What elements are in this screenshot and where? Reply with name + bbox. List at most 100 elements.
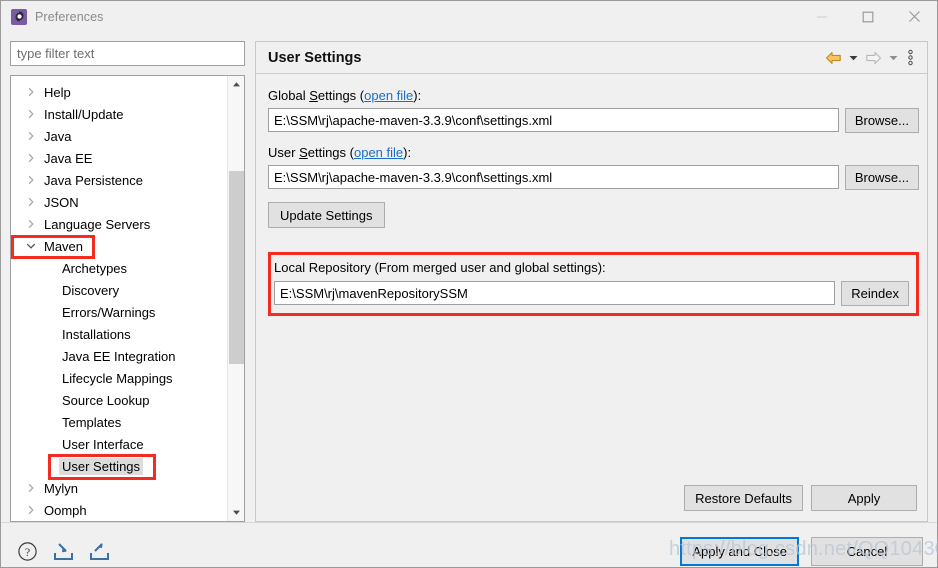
apply-and-close-button[interactable]: Apply and Close: [680, 537, 799, 566]
pane-content: Global Settings (open file): E:\SSM\rj\a…: [256, 74, 927, 485]
scrollbar-thumb[interactable]: [228, 171, 244, 365]
tree-item-templates[interactable]: Templates: [11, 411, 227, 433]
window-title: Preferences: [35, 9, 104, 24]
tree-item-label: Java: [44, 128, 72, 144]
global-settings-open-file-link[interactable]: open file: [364, 88, 413, 103]
global-settings-label-mnemonic: S: [309, 88, 318, 103]
global-settings-label: Global Settings (open file):: [268, 88, 919, 103]
chevron-right-icon[interactable]: [23, 480, 39, 496]
maximize-icon[interactable]: [845, 1, 891, 32]
dialog-footer: ? Apply and Close Cancel: [1, 522, 937, 568]
tree-item-user-settings[interactable]: User Settings: [11, 455, 227, 477]
tree-item-label: Java EE: [44, 150, 93, 166]
tree-item-label: User Settings: [59, 457, 144, 475]
chevron-right-icon[interactable]: [23, 502, 39, 518]
tree-item-java-persistence[interactable]: Java Persistence: [11, 169, 227, 191]
update-settings-button[interactable]: Update Settings: [268, 202, 385, 228]
back-history-chevron-down-icon[interactable]: [845, 46, 861, 70]
chevron-right-icon[interactable]: [23, 172, 39, 188]
right-column: User Settings Global Settings (open file…: [255, 32, 928, 522]
tree-item-archetypes[interactable]: Archetypes: [11, 257, 227, 279]
tree-item-label: JSON: [44, 194, 79, 210]
preferences-tree[interactable]: Help Install/Update Java Java EE Java Persis…: [11, 76, 227, 521]
minimize-icon[interactable]: [799, 1, 845, 32]
tree-item-user-interface[interactable]: User Interface: [11, 433, 227, 455]
tree-item-label: Maven: [44, 238, 84, 254]
global-settings-input[interactable]: E:\SSM\rj\apache-maven-3.3.9\conf\settin…: [268, 108, 839, 132]
preferences-window: lll ll llll lll lllll ll l lll llll ll l…: [0, 0, 938, 568]
user-settings-browse-button[interactable]: Browse...: [844, 165, 919, 190]
tree-item-label: Language Servers: [44, 216, 151, 232]
global-settings-row: E:\SSM\rj\apache-maven-3.3.9\conf\settin…: [268, 108, 919, 133]
tree-item-errors-warnings[interactable]: Errors/Warnings: [11, 301, 227, 323]
chevron-right-icon[interactable]: [23, 106, 39, 122]
local-repository-group: Local Repository (From merged user and g…: [268, 252, 919, 316]
tree-item-label: Installations: [62, 326, 131, 342]
back-arrow-icon[interactable]: [821, 46, 845, 70]
tree-item-java-ee[interactable]: Java EE: [11, 147, 227, 169]
scroll-up-icon[interactable]: [228, 76, 245, 93]
tree-item-label: Help: [44, 84, 71, 100]
tree-item-language-servers[interactable]: Language Servers: [11, 213, 227, 235]
local-repository-row: E:\SSM\rj\mavenRepositorySSM Reindex: [274, 281, 909, 306]
global-settings-browse-button[interactable]: Browse...: [844, 108, 919, 133]
tree-item-java[interactable]: Java: [11, 125, 227, 147]
tree-item-label: Errors/Warnings: [62, 304, 156, 320]
filter-placeholder: type filter text: [17, 46, 95, 61]
svg-text:?: ?: [24, 545, 29, 559]
tree-item-lifecycle-mappings[interactable]: Lifecycle Mappings: [11, 367, 227, 389]
settings-pane: User Settings Global Settings (open file…: [255, 41, 928, 522]
tree-item-label: Source Lookup: [62, 392, 150, 408]
scroll-down-icon[interactable]: [228, 504, 245, 521]
tree-item-label: Mylyn: [44, 480, 78, 496]
vertical-dots-icon[interactable]: [901, 46, 919, 70]
question-mark-icon[interactable]: ?: [15, 540, 39, 564]
pane-header: User Settings: [256, 42, 927, 74]
left-column: type filter text Help Install/Update Java J…: [10, 32, 245, 522]
tree-item-label: Lifecycle Mappings: [62, 370, 173, 386]
title-bar: Preferences: [1, 1, 937, 32]
user-settings-open-file-link[interactable]: open file: [354, 145, 403, 160]
scrollbar-track[interactable]: [228, 93, 245, 504]
tree-item-label: Install/Update: [44, 106, 124, 122]
tree-item-label: Archetypes: [62, 260, 128, 276]
local-repository-label: Local Repository (From merged user and g…: [274, 260, 606, 275]
local-repository-input[interactable]: E:\SSM\rj\mavenRepositorySSM: [274, 281, 836, 305]
page-title: User Settings: [268, 49, 362, 66]
tree-item-label: User Interface: [62, 436, 144, 452]
chevron-right-icon[interactable]: [23, 150, 39, 166]
tree-item-maven[interactable]: Maven: [11, 235, 227, 257]
tree-item-label: Discovery: [62, 282, 120, 298]
tree-item-label: Oomph: [44, 502, 87, 518]
forward-history-chevron-down-icon[interactable]: [885, 46, 901, 70]
apply-button[interactable]: Apply: [811, 485, 917, 511]
tree-item-installations[interactable]: Installations: [11, 323, 227, 345]
export-icon[interactable]: [87, 540, 111, 564]
global-settings-label-suffix: ):: [413, 88, 422, 103]
chevron-down-icon[interactable]: [23, 238, 39, 254]
chevron-right-icon[interactable]: [23, 84, 39, 100]
tree-item-json[interactable]: JSON: [11, 191, 227, 213]
reindex-button[interactable]: Reindex: [841, 281, 909, 306]
close-icon[interactable]: [891, 1, 937, 32]
cancel-button[interactable]: Cancel: [811, 537, 923, 566]
user-settings-input[interactable]: E:\SSM\rj\apache-maven-3.3.9\conf\settin…: [268, 165, 839, 189]
tree-item-oomph[interactable]: Oomph: [11, 499, 227, 521]
tree-item-help[interactable]: Help: [11, 81, 227, 103]
chevron-right-icon[interactable]: [23, 216, 39, 232]
tree-scrollbar[interactable]: [227, 76, 244, 521]
restore-defaults-button[interactable]: Restore Defaults: [684, 485, 803, 511]
tree-item-source-lookup[interactable]: Source Lookup: [11, 389, 227, 411]
user-settings-label-suffix: ):: [403, 145, 412, 160]
chevron-right-icon[interactable]: [23, 128, 39, 144]
chevron-right-icon[interactable]: [23, 194, 39, 210]
tree-item-mylyn[interactable]: Mylyn: [11, 477, 227, 499]
tree-item-install-update[interactable]: Install/Update: [11, 103, 227, 125]
user-settings-row: E:\SSM\rj\apache-maven-3.3.9\conf\settin…: [268, 165, 919, 190]
tree-item-java-ee-integration[interactable]: Java EE Integration: [11, 345, 227, 367]
import-icon[interactable]: [51, 540, 75, 564]
filter-input[interactable]: type filter text: [10, 41, 245, 66]
tree-item-discovery[interactable]: Discovery: [11, 279, 227, 301]
forward-arrow-icon[interactable]: [861, 46, 885, 70]
user-settings-label-mnemonic: S: [299, 145, 308, 160]
